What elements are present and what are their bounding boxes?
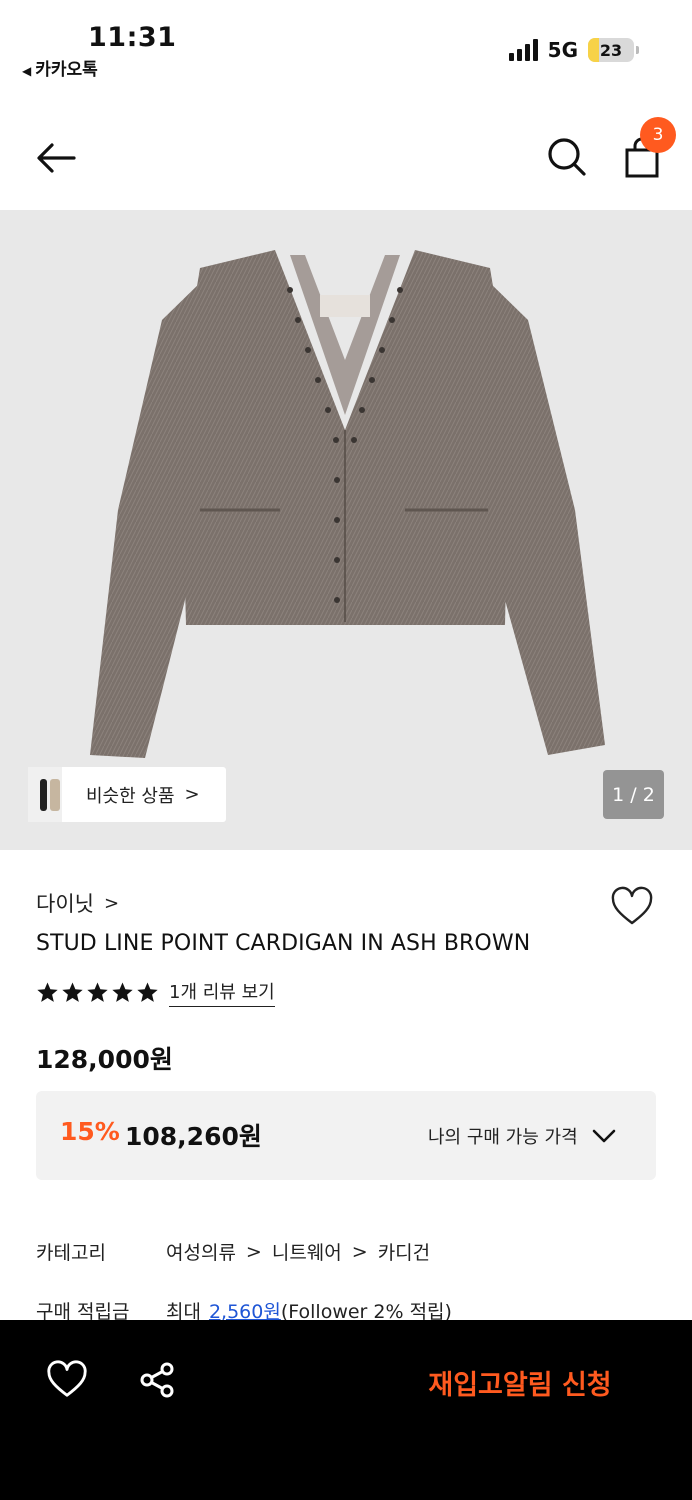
bottom-wishlist-button[interactable] (46, 1360, 88, 1400)
status-time: 11:31 (88, 22, 177, 53)
heart-icon (47, 1360, 87, 1397)
star-icon (137, 982, 158, 1002)
similar-products-thumbnail (28, 767, 62, 822)
category-label: 카테고리 (36, 1242, 106, 1264)
search-button[interactable] (546, 136, 588, 178)
discount-rate: 15% (60, 1117, 120, 1146)
my-price-toggle[interactable]: 나의 구매 가능 가격 (428, 1123, 616, 1149)
back-app-label: 카카오톡 (35, 60, 98, 80)
category-breadcrumb: 여성의류 > 니트웨어 > 카디건 (166, 1238, 430, 1265)
status-bar: 11:31 ◀ 카카오톡 5G 23 (0, 0, 692, 84)
image-page-indicator: 1 / 2 (603, 770, 664, 819)
top-navigation: 3 (0, 100, 692, 210)
similar-products-button[interactable]: 비슷한 상품 > (28, 767, 226, 822)
battery-level: 23 (599, 40, 623, 60)
signal-icon (508, 39, 538, 61)
review-link[interactable]: 1개 리뷰 보기 (169, 978, 275, 1007)
product-name: STUD LINE POINT CARDIGAN IN ASH BROWN (36, 931, 531, 956)
brand-link[interactable]: 다이닛 > (36, 888, 119, 918)
category-item[interactable]: 카디건 (378, 1238, 430, 1265)
chevron-right-icon: > (103, 892, 120, 914)
category-item[interactable]: 니트웨어 (272, 1238, 342, 1265)
star-icon (37, 982, 58, 1002)
bottom-action-bar: 재입고알림 신청 (0, 1320, 692, 1500)
chevron-right-icon: > (245, 1240, 262, 1263)
share-button[interactable] (138, 1360, 178, 1400)
sale-price: 108,260원 (125, 1122, 262, 1151)
back-button[interactable] (32, 138, 80, 178)
chevron-down-icon (592, 1129, 615, 1143)
price-box: 15% 108,260원 나의 구매 가능 가격 (36, 1091, 656, 1180)
star-icon (62, 982, 83, 1002)
battery-icon: 23 (588, 38, 639, 62)
chevron-right-icon: > (351, 1240, 368, 1263)
similar-products-label: 비슷한 상품 (86, 785, 175, 807)
my-price-label: 나의 구매 가능 가격 (428, 1127, 578, 1148)
rating-stars (36, 981, 159, 1004)
original-price: 128,000원 (36, 1045, 173, 1074)
heart-icon (611, 886, 653, 925)
back-arrow-icon (37, 143, 76, 173)
network-type: 5G (547, 38, 578, 62)
status-indicators: 5G 23 (508, 38, 639, 62)
search-icon (548, 138, 586, 176)
chevron-right-icon: > (184, 784, 200, 805)
category-row: 카테고리 여성의류 > 니트웨어 > 카디건 (36, 1238, 430, 1265)
product-image-gallery[interactable]: 비슷한 상품 > 1 / 2 (0, 210, 692, 850)
share-icon (140, 1362, 174, 1398)
back-triangle-icon: ◀ (22, 64, 32, 78)
brand-name: 다이닛 (36, 892, 94, 916)
cart-count-badge: 3 (640, 117, 676, 153)
wishlist-button[interactable] (610, 886, 654, 928)
cardigan-product-image (90, 250, 605, 758)
star-icon (112, 982, 133, 1002)
rating-row: 1개 리뷰 보기 (36, 978, 275, 1007)
restock-alert-button[interactable]: 재입고알림 신청 (400, 1358, 640, 1406)
category-item[interactable]: 여성의류 (166, 1238, 236, 1265)
star-icon (87, 982, 108, 1002)
status-back-app[interactable]: ◀ 카카오톡 (22, 55, 98, 80)
